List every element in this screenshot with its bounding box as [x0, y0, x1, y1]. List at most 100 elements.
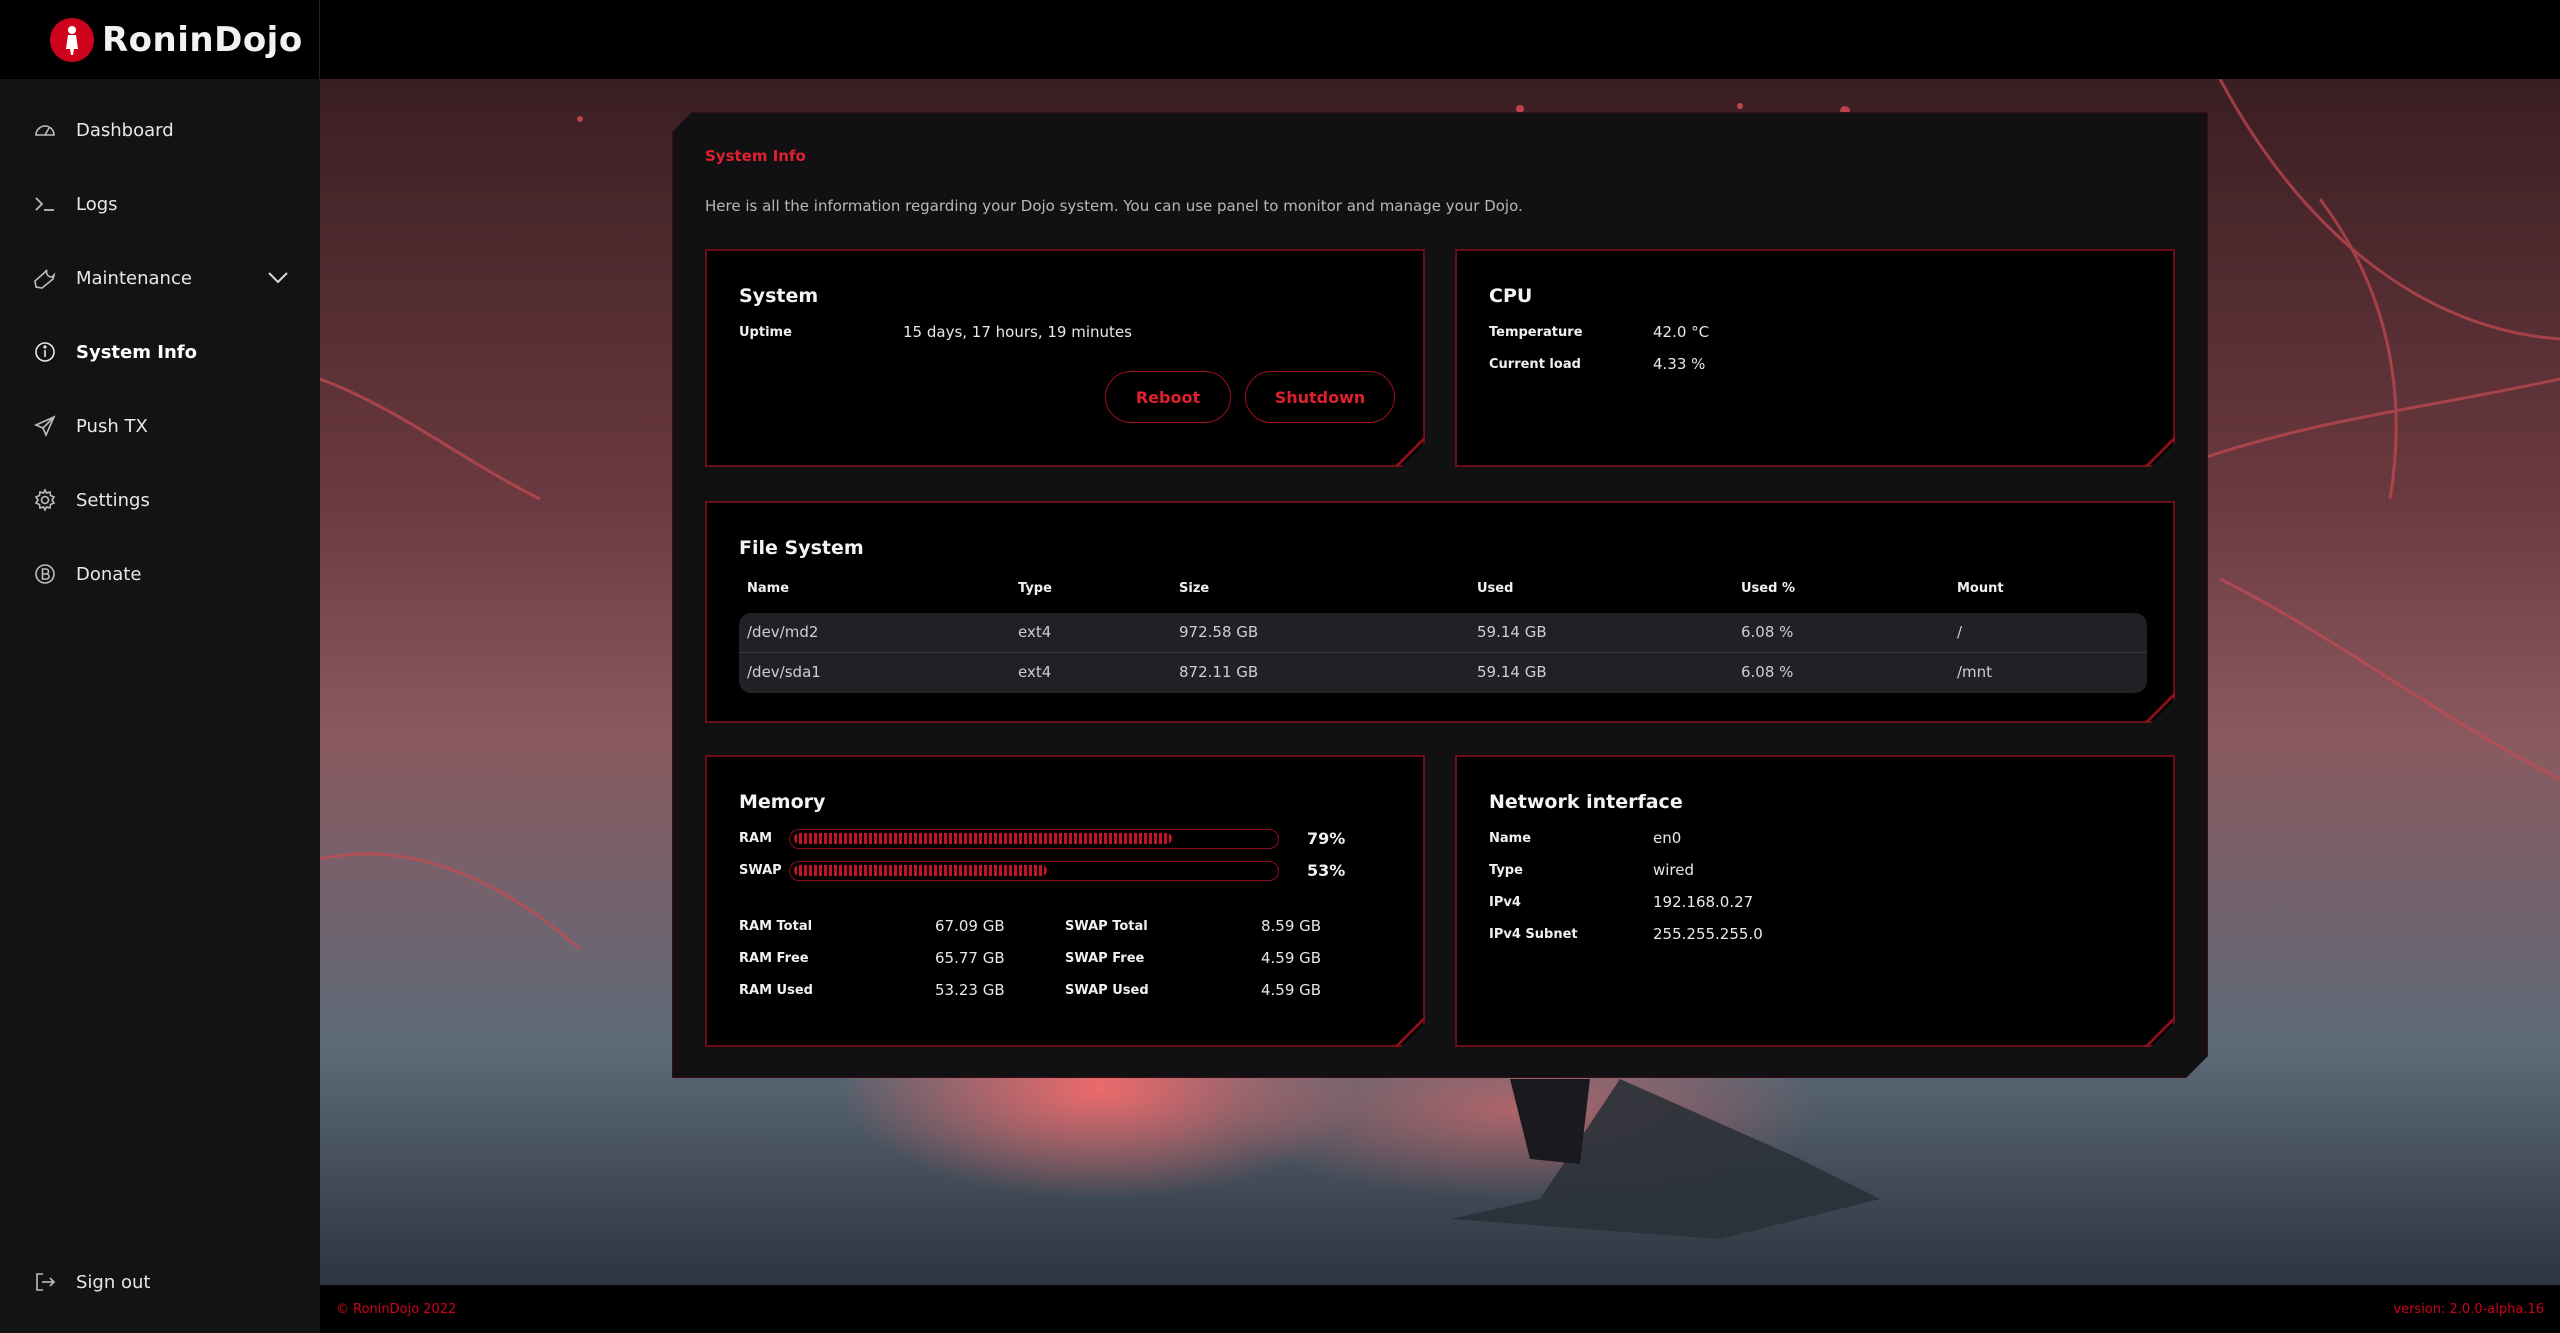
- table-cell: 972.58 GB: [1179, 623, 1259, 641]
- sidebar-item-label: Dashboard: [76, 119, 174, 141]
- current-load-value: 4.33 %: [1653, 355, 1706, 373]
- swap-total-label: SWAP Total: [1065, 919, 1148, 934]
- table-cell: /dev/sda1: [747, 663, 821, 681]
- cpu-card: CPU Temperature 42.0 °C Current load 4.3…: [1455, 249, 2175, 467]
- ipv4-subnet-label: IPv4 Subnet: [1489, 927, 1578, 942]
- ram-free-label: RAM Free: [739, 951, 809, 966]
- sidebar-item-label: Logs: [76, 193, 118, 215]
- swap-free-value: 4.59 GB: [1261, 949, 1322, 967]
- table-cell: ext4: [1018, 663, 1052, 681]
- column-header: Type: [1018, 581, 1052, 596]
- table-cell: /mnt: [1957, 663, 1993, 681]
- info-icon: [32, 339, 58, 365]
- shutdown-button[interactable]: Shutdown: [1245, 371, 1395, 423]
- swap-used-label: SWAP Used: [1065, 983, 1149, 998]
- sidebar: RoninDojo Dashboard Logs Maintenance Sys…: [0, 0, 320, 1333]
- chevron-down-icon[interactable]: [266, 265, 290, 294]
- bitcoin-icon: [32, 561, 58, 587]
- sign-out-button[interactable]: Sign out: [0, 1245, 320, 1319]
- table-cell: 6.08 %: [1741, 623, 1794, 641]
- sign-out-icon: [32, 1269, 58, 1295]
- table-cell: 872.11 GB: [1179, 663, 1259, 681]
- table-row: /dev/sda1 ext4 872.11 GB 59.14 GB 6.08 %…: [739, 653, 2147, 693]
- ronin-logo-icon: [50, 17, 94, 62]
- table-cell: 59.14 GB: [1477, 663, 1547, 681]
- cpu-card-title: CPU: [1489, 285, 1533, 307]
- app-logo[interactable]: RoninDojo: [0, 0, 320, 79]
- column-header: Used %: [1741, 581, 1795, 596]
- sign-out-label: Sign out: [76, 1271, 151, 1293]
- sidebar-item-label: Donate: [76, 563, 142, 585]
- sidebar-nav: Dashboard Logs Maintenance System Info P…: [0, 79, 320, 611]
- uptime-value: 15 days, 17 hours, 19 minutes: [903, 323, 1132, 341]
- column-header: Size: [1179, 581, 1210, 596]
- table-cell: /: [1957, 623, 1963, 641]
- ram-free-value: 65.77 GB: [935, 949, 1005, 967]
- sidebar-item-dashboard[interactable]: Dashboard: [0, 93, 320, 167]
- panel-description: Here is all the information regarding yo…: [705, 197, 1523, 215]
- top-bar: [320, 0, 2560, 79]
- ram-total-label: RAM Total: [739, 919, 813, 934]
- swap-free-label: SWAP Free: [1065, 951, 1145, 966]
- send-icon: [32, 413, 58, 439]
- memory-card: Memory RAM 79% SWAP 53% RAM Total 67.09 …: [705, 755, 1425, 1047]
- ram-progress-fill: [794, 833, 1172, 844]
- table-cell: 6.08 %: [1741, 663, 1794, 681]
- system-card-title: System: [739, 285, 819, 307]
- swap-percent: 53%: [1307, 861, 1346, 880]
- sidebar-item-settings[interactable]: Settings: [0, 463, 320, 537]
- sidebar-item-donate[interactable]: Donate: [0, 537, 320, 611]
- sidebar-item-label: Maintenance: [76, 267, 192, 289]
- system-card: System Uptime 15 days, 17 hours, 19 minu…: [705, 249, 1425, 467]
- sidebar-item-push-tx[interactable]: Push TX: [0, 389, 320, 463]
- network-card: Network interface Name en0 Type wired IP…: [1455, 755, 2175, 1047]
- sidebar-item-system-info[interactable]: System Info: [0, 315, 320, 389]
- interface-type-value: wired: [1653, 861, 1695, 879]
- sidebar-item-label: Push TX: [76, 415, 148, 437]
- sidebar-item-maintenance[interactable]: Maintenance: [0, 241, 320, 315]
- table-cell: /dev/md2: [747, 623, 819, 641]
- ram-percent: 79%: [1307, 829, 1346, 848]
- swap-bar-label: SWAP: [739, 863, 782, 878]
- table-cell: 59.14 GB: [1477, 623, 1547, 641]
- memory-card-title: Memory: [739, 791, 826, 813]
- swap-progress-fill: [794, 865, 1047, 876]
- swap-progress-bar: [789, 861, 1279, 881]
- column-header: Mount: [1957, 581, 2004, 596]
- reboot-button[interactable]: Reboot: [1105, 371, 1231, 423]
- column-header: Used: [1477, 581, 1514, 596]
- wrench-icon: [32, 265, 58, 291]
- system-info-panel: System Info Here is all the information …: [672, 112, 2208, 1078]
- sidebar-item-logs[interactable]: Logs: [0, 167, 320, 241]
- sidebar-item-label: System Info: [76, 341, 197, 363]
- current-load-label: Current load: [1489, 357, 1581, 372]
- dashboard-icon: [32, 117, 58, 143]
- swap-total-value: 8.59 GB: [1261, 917, 1322, 935]
- uptime-label: Uptime: [739, 325, 792, 340]
- network-card-title: Network interface: [1489, 791, 1683, 813]
- sidebar-item-label: Settings: [76, 489, 150, 511]
- ram-bar-label: RAM: [739, 831, 773, 846]
- ipv4-value: 192.168.0.27: [1653, 893, 1754, 911]
- temperature-value: 42.0 °C: [1653, 323, 1710, 341]
- version-text: version: 2.0.0-alpha.16: [2393, 1301, 2544, 1317]
- filesystem-card: File System Name Type Size Used Used % M…: [705, 501, 2175, 723]
- column-header: Name: [747, 581, 790, 596]
- ram-used-label: RAM Used: [739, 983, 813, 998]
- terminal-icon: [32, 191, 58, 217]
- ram-used-value: 53.23 GB: [935, 981, 1005, 999]
- copyright-text: © RoninDojo 2022: [336, 1301, 457, 1317]
- interface-name-label: Name: [1489, 831, 1532, 846]
- app-name: RoninDojo: [102, 19, 303, 60]
- panel-title: System Info: [705, 147, 806, 165]
- ipv4-label: IPv4: [1489, 895, 1521, 910]
- interface-name-value: en0: [1653, 829, 1682, 847]
- ram-total-value: 67.09 GB: [935, 917, 1005, 935]
- ram-progress-bar: [789, 829, 1279, 849]
- filesystem-card-title: File System: [739, 537, 864, 559]
- ipv4-subnet-value: 255.255.255.0: [1653, 925, 1763, 943]
- gear-icon: [32, 487, 58, 513]
- interface-type-label: Type: [1489, 863, 1523, 878]
- table-row: /dev/md2 ext4 972.58 GB 59.14 GB 6.08 % …: [739, 613, 2147, 653]
- table-cell: ext4: [1018, 623, 1052, 641]
